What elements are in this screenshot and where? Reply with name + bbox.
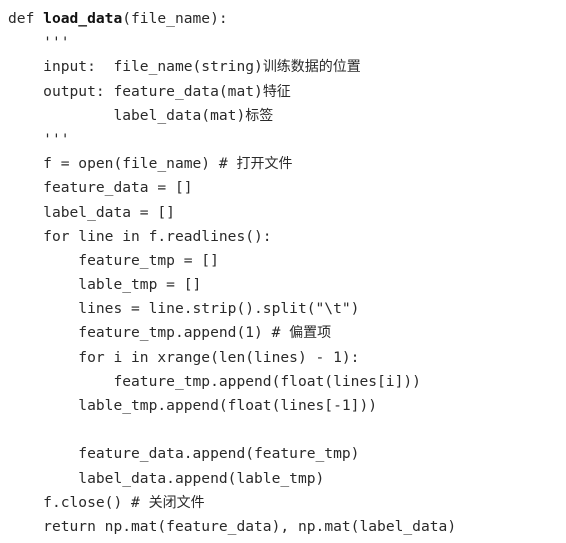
code-text: feature_data.append(feature_tmp)	[78, 445, 360, 463]
code-text: lable_tmp = []	[78, 276, 202, 294]
code-line: '''	[8, 128, 564, 152]
code-line: return np.mat(feature_data), np.mat(labe…	[8, 515, 564, 539]
code-text: feature_data = []	[43, 179, 193, 197]
code-line: lines = line.strip().split("\t")	[8, 297, 564, 321]
code-text: feature_tmp.append(1) #	[78, 324, 290, 342]
code-line: for line in f.readlines():	[8, 225, 564, 249]
code-text: (file_name):	[122, 10, 228, 27]
code-comment-text: 特征	[262, 83, 291, 100]
code-comment-text: 打开文件	[236, 156, 293, 173]
code-text: feature_tmp.append(float(lines[i]))	[113, 372, 421, 390]
code-line: for i in xrange(len(lines) - 1):	[8, 346, 564, 370]
code-text: lines = line.strip().split("\t")	[78, 300, 360, 318]
code-line: feature_data.append(feature_tmp)	[8, 442, 564, 466]
function-name: load_data	[43, 10, 123, 27]
code-comment-text: 训练数据的位置	[262, 59, 361, 76]
code-text: for line in f.readlines():	[43, 227, 272, 245]
code-text: output: feature_data(mat)	[43, 82, 263, 100]
code-line: def load_data(file_name):	[8, 7, 564, 31]
code-line: feature_data = []	[8, 176, 564, 200]
code-text: feature_tmp = []	[78, 251, 219, 269]
code-text: label_data = []	[43, 203, 175, 221]
code-line: '''	[8, 31, 564, 55]
code-text: return np.mat(feature_data), np.mat(labe…	[43, 517, 457, 535]
code-text: for i in xrange(len(lines) - 1):	[78, 348, 360, 366]
code-line: output: feature_data(mat)特征	[8, 80, 564, 104]
code-comment-text: 偏置项	[289, 325, 332, 342]
code-line: label_data.append(lable_tmp)	[8, 467, 564, 491]
code-line: label_data(mat)标签	[8, 104, 564, 128]
code-line: feature_tmp.append(float(lines[i]))	[8, 370, 564, 394]
code-text: label_data(mat)	[113, 106, 246, 124]
code-line: lable_tmp = []	[8, 273, 564, 297]
code-line: feature_tmp = []	[8, 249, 564, 273]
code-text: input: file_name(string)	[43, 58, 263, 76]
code-line: lable_tmp.append(float(lines[-1]))	[8, 394, 564, 418]
code-text: label_data.append(lable_tmp)	[78, 469, 325, 487]
code-listing: def load_data(file_name): ''' input: fil…	[8, 7, 564, 539]
code-line: input: file_name(string)训练数据的位置	[8, 55, 564, 79]
code-line: f.close() # 关闭文件	[8, 491, 564, 515]
code-text: lable_tmp.append(float(lines[-1]))	[78, 397, 378, 414]
code-comment-text: 关闭文件	[148, 494, 205, 511]
page: { "code_listing": { "lines": [ {"indent"…	[0, 0, 566, 543]
code-text: def	[8, 10, 44, 27]
code-line: f = open(file_name) # 打开文件	[8, 152, 564, 176]
code-line: feature_tmp.append(1) # 偏置项	[8, 321, 564, 345]
code-text: '''	[43, 130, 70, 148]
code-text: '''	[43, 34, 70, 52]
code-comment-text: 标签	[245, 107, 274, 124]
code-line: label_data = []	[8, 201, 564, 225]
code-text: f = open(file_name) #	[43, 155, 237, 173]
code-text: f.close() #	[43, 493, 149, 511]
